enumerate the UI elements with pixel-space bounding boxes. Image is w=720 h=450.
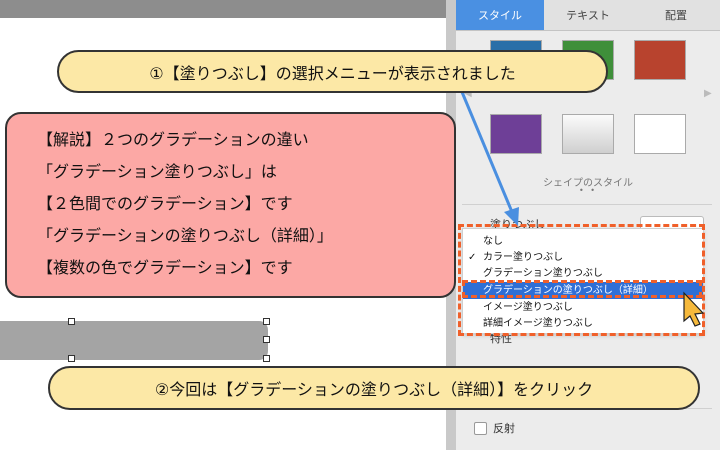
callout-step-2: ②今回は【グラデーションの塗りつぶし（詳細）】をクリック <box>48 366 700 410</box>
explanation-line: 「グラデーションの塗りつぶし（詳細）」 <box>37 226 333 245</box>
explanation-line: 【２色間でのグラデーション】です <box>37 194 293 213</box>
resize-handle-top-right[interactable] <box>263 318 270 325</box>
reflection-checkbox[interactable] <box>474 421 487 435</box>
style-swatch-purple[interactable] <box>490 114 542 154</box>
chevron-right-icon[interactable]: ▶ <box>704 88 712 99</box>
inspector-tabs: スタイル テキスト 配置 <box>456 0 720 31</box>
explanation-line: 「グラデーション塗りつぶし」は <box>37 162 277 181</box>
explanation-line: 【複数の色でグラデーション】です <box>37 258 293 277</box>
explanation-line: 【解説】２つのグラデーションの違い <box>37 130 309 149</box>
tab-arrange[interactable]: 配置 <box>632 0 720 30</box>
style-swatch-red[interactable] <box>634 40 686 80</box>
divider <box>462 204 712 205</box>
tab-text[interactable]: テキスト <box>544 0 632 30</box>
page-indicator[interactable]: • • <box>456 186 720 195</box>
resize-handle-bottom-mid[interactable] <box>68 355 75 362</box>
explanation-box: 【解説】２つのグラデーションの違い 「グラデーション塗りつぶし」は 【２色間での… <box>5 112 456 298</box>
tab-style[interactable]: スタイル <box>456 0 544 30</box>
reflection-label: 反射 <box>493 422 515 435</box>
selected-shape[interactable] <box>0 321 268 360</box>
selected-item-highlight-frame <box>462 280 702 298</box>
resize-handle-bottom-right[interactable] <box>263 355 270 362</box>
canvas-ruler-bar <box>0 0 446 18</box>
resize-handle-mid-right[interactable] <box>263 336 270 343</box>
resize-handle-top-mid[interactable] <box>68 318 75 325</box>
style-swatch-white[interactable] <box>634 114 686 154</box>
reflection-option[interactable]: 反射 <box>474 420 515 436</box>
style-swatch-gray[interactable] <box>562 114 614 154</box>
callout-step-1: ①【塗りつぶし】の選択メニューが表示されました <box>57 50 608 93</box>
